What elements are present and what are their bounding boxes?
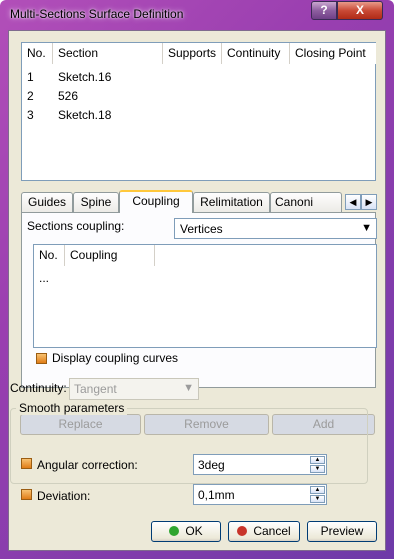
- continuity-label: Continuity:: [10, 381, 67, 395]
- row-section: Sketch.18: [58, 108, 112, 122]
- ok-label: OK: [185, 524, 203, 538]
- row-number: 3: [27, 108, 34, 122]
- row-section: Sketch.16: [58, 70, 112, 84]
- tab-strip: Guides Spine Coupling Relimitation Canon…: [21, 190, 377, 213]
- close-button[interactable]: X: [337, 1, 383, 20]
- title-bar[interactable]: Multi-Sections Surface Definition ? X: [0, 0, 394, 30]
- sections-coupling-value: Vertices: [180, 222, 223, 236]
- table-row[interactable]: 3 Sketch.18: [22, 106, 375, 125]
- angular-correction-checkbox[interactable]: [21, 458, 32, 469]
- row-section: 526: [58, 89, 79, 103]
- list-item[interactable]: ...: [34, 269, 376, 288]
- tab-guides[interactable]: Guides: [21, 192, 73, 212]
- angular-correction-value: 3deg: [198, 458, 225, 472]
- tab-relimitation[interactable]: Relimitation: [193, 192, 270, 212]
- sections-coupling-label: Sections coupling:: [27, 219, 125, 233]
- column-header-closing-point[interactable]: Closing Point: [290, 43, 376, 64]
- list-item-placeholder: ...: [39, 271, 50, 285]
- display-coupling-curves-checkbox[interactable]: [36, 353, 47, 364]
- spin-down-icon[interactable]: ▼: [310, 495, 325, 503]
- chevron-down-icon[interactable]: ▼: [183, 382, 194, 394]
- spin-up-icon[interactable]: ▲: [310, 456, 325, 464]
- deviation-label: Deviation:: [37, 489, 91, 503]
- coupling-list-header: No. Coupling: [34, 245, 376, 266]
- deviation-value: 0,1mm: [198, 488, 235, 502]
- ok-button[interactable]: OK: [151, 521, 221, 542]
- smooth-parameters-title: Smooth parameters: [16, 401, 128, 415]
- column-header-coupling[interactable]: Coupling: [65, 245, 155, 266]
- preview-button[interactable]: Preview: [307, 521, 377, 542]
- tab-scroll-right-icon[interactable]: ▶: [361, 194, 377, 210]
- display-coupling-curves-label: Display coupling curves: [52, 351, 179, 365]
- spin-up-icon[interactable]: ▲: [310, 486, 325, 494]
- cancel-icon: [237, 526, 248, 536]
- sections-list[interactable]: No. Section Supports Continuity Closing …: [21, 42, 376, 181]
- column-header-no[interactable]: No.: [22, 43, 53, 64]
- deviation-input[interactable]: 0,1mm ▲ ▼: [193, 484, 327, 505]
- chevron-down-icon[interactable]: ▼: [361, 222, 372, 234]
- cancel-label: Cancel: [253, 524, 291, 538]
- dialog-window: Multi-Sections Surface Definition ? X No…: [0, 0, 394, 559]
- column-header-section[interactable]: Section: [53, 43, 163, 64]
- angular-correction-input[interactable]: 3deg ▲ ▼: [193, 454, 327, 475]
- tab-scroll-left-icon[interactable]: ◀: [345, 194, 361, 210]
- continuity-select[interactable]: Tangent ▼: [69, 378, 199, 400]
- angular-correction-label: Angular correction:: [37, 458, 138, 472]
- sections-list-header: No. Section Supports Continuity Closing …: [22, 43, 376, 64]
- coupling-list[interactable]: No. Coupling ...: [33, 244, 377, 348]
- coupling-tab-panel: Sections coupling: Vertices ▼ No. Coupli…: [21, 212, 377, 388]
- tab-coupling[interactable]: Coupling: [119, 190, 193, 213]
- continuity-value: Tangent: [74, 382, 117, 396]
- column-header-no[interactable]: No.: [34, 245, 65, 266]
- tab-spine[interactable]: Spine: [73, 192, 119, 212]
- spin-down-icon[interactable]: ▼: [310, 465, 325, 473]
- ok-icon: [169, 526, 180, 536]
- sections-coupling-select[interactable]: Vertices ▼: [174, 218, 377, 239]
- table-row[interactable]: 2 526: [22, 87, 375, 106]
- column-header-supports[interactable]: Supports: [163, 43, 222, 64]
- row-number: 2: [27, 89, 34, 103]
- deviation-checkbox[interactable]: [21, 489, 32, 500]
- row-number: 1: [27, 70, 34, 84]
- window-title: Multi-Sections Surface Definition: [10, 7, 184, 21]
- column-header-continuity[interactable]: Continuity: [222, 43, 290, 64]
- help-button[interactable]: ?: [311, 1, 337, 20]
- tab-canonical[interactable]: Canoni: [270, 192, 342, 212]
- table-row[interactable]: 1 Sketch.16: [22, 68, 375, 87]
- cancel-button[interactable]: Cancel: [228, 521, 300, 542]
